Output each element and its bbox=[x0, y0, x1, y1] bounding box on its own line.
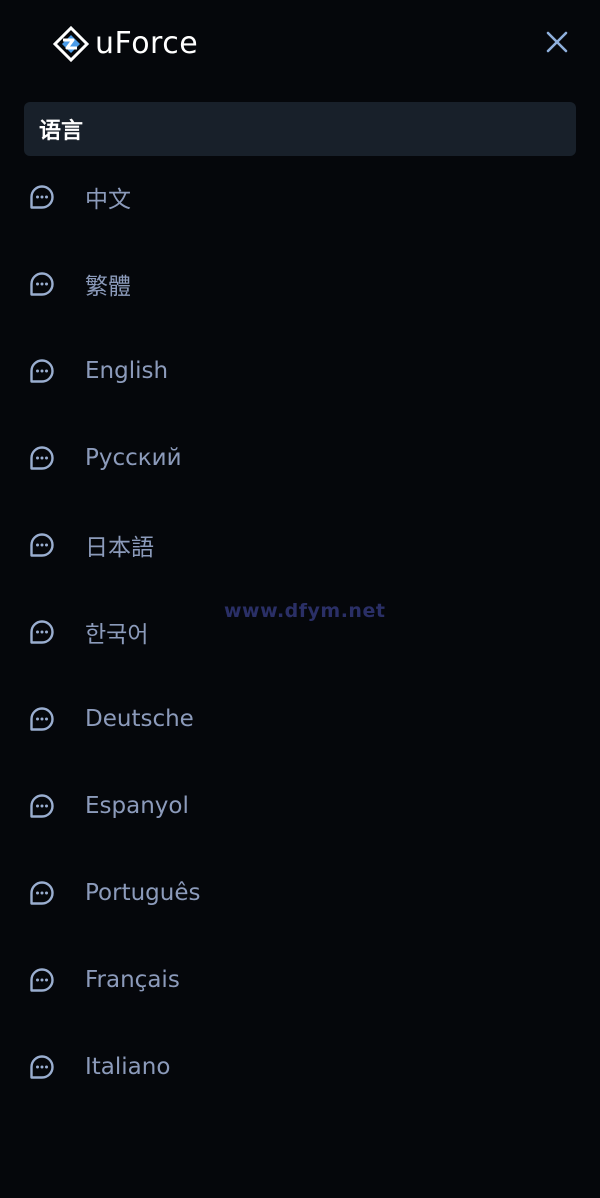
language-item-zh-cn[interactable]: 中文 bbox=[0, 153, 600, 240]
language-item-fr[interactable]: Français bbox=[0, 936, 600, 1023]
language-label: 中文 bbox=[85, 186, 131, 213]
language-item-en[interactable]: English bbox=[0, 327, 600, 414]
language-item-pt[interactable]: Português bbox=[0, 849, 600, 936]
language-label: Français bbox=[85, 966, 180, 993]
chat-bubble-icon bbox=[29, 967, 55, 993]
language-item-de[interactable]: Deutsche bbox=[0, 675, 600, 762]
language-label: 繁體 bbox=[85, 273, 131, 300]
chat-bubble-icon bbox=[29, 358, 55, 384]
chat-bubble-icon bbox=[29, 793, 55, 819]
chat-bubble-icon bbox=[29, 271, 55, 297]
chat-bubble-icon bbox=[29, 532, 55, 558]
language-label: 日本語 bbox=[85, 534, 154, 561]
language-label: Italiano bbox=[85, 1053, 171, 1080]
chat-bubble-icon bbox=[29, 880, 55, 906]
section-title: 语言 bbox=[39, 119, 84, 144]
chat-bubble-icon bbox=[29, 445, 55, 471]
close-icon bbox=[546, 31, 568, 57]
language-list: 中文 繁體 English Русский 日本語 한국어 Deutsche E… bbox=[0, 153, 600, 1110]
language-item-ja[interactable]: 日本語 bbox=[0, 501, 600, 588]
drawer-header: uForce bbox=[0, 0, 600, 90]
language-item-zh-tw[interactable]: 繁體 bbox=[0, 240, 600, 327]
language-item-ru[interactable]: Русский bbox=[0, 414, 600, 501]
chat-bubble-icon bbox=[29, 619, 55, 645]
language-label: Deutsche bbox=[85, 705, 194, 732]
language-item-it[interactable]: Italiano bbox=[0, 1023, 600, 1110]
language-label: English bbox=[85, 357, 169, 384]
language-label: Русский bbox=[85, 444, 182, 471]
uforce-logo-icon bbox=[52, 25, 90, 63]
brand-name: uForce bbox=[95, 26, 199, 61]
language-drawer: uForce 语言 中文 繁體 English Русский 日本語 한국어 … bbox=[0, 0, 600, 1198]
language-label: Português bbox=[85, 879, 201, 906]
watermark: www.dfym.net bbox=[224, 600, 386, 622]
language-label: Espanyol bbox=[85, 792, 189, 819]
chat-bubble-icon bbox=[29, 184, 55, 210]
chat-bubble-icon bbox=[29, 706, 55, 732]
close-button[interactable] bbox=[540, 27, 574, 61]
language-label: 한국어 bbox=[85, 621, 149, 648]
brand-logo[interactable]: uForce bbox=[52, 24, 199, 64]
language-section-header: 语言 bbox=[24, 102, 576, 156]
chat-bubble-icon bbox=[29, 1054, 55, 1080]
language-item-es[interactable]: Espanyol bbox=[0, 762, 600, 849]
